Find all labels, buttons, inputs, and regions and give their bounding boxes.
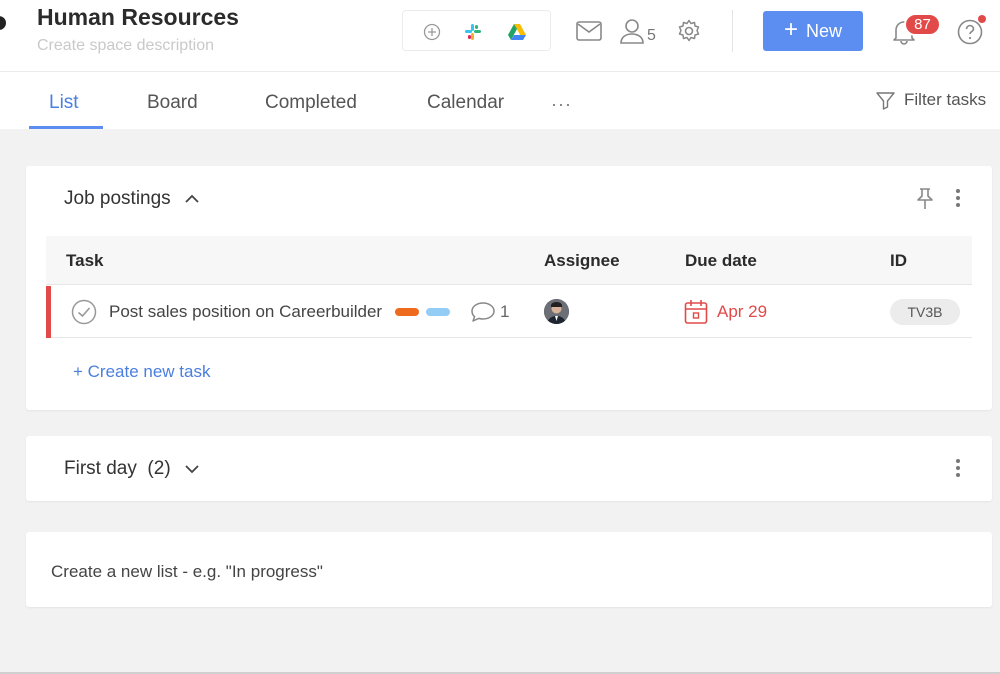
comment-icon[interactable] (471, 301, 495, 323)
members-count[interactable]: 5 (647, 27, 656, 45)
filter-label: Filter tasks (904, 90, 987, 109)
space-description[interactable]: Create space description (37, 37, 214, 55)
comment-count[interactable]: 1 (500, 302, 509, 322)
help-alert-dot (978, 15, 986, 23)
list-card-first-day: First day (2) (26, 436, 992, 501)
integrations-bar (402, 10, 551, 51)
chevron-up-icon[interactable] (185, 194, 199, 204)
avatar[interactable] (544, 299, 569, 324)
notification-badge[interactable]: 87 (904, 13, 941, 36)
plus-icon: + (783, 16, 798, 43)
mail-icon[interactable] (576, 19, 602, 43)
column-id[interactable]: ID (890, 251, 907, 271)
new-list-input[interactable]: Create a new list - e.g. "In progress" (51, 562, 323, 582)
active-tab-indicator (29, 126, 103, 129)
more-tabs-button[interactable]: ··· (551, 94, 572, 115)
space-logo[interactable] (0, 16, 6, 30)
list-card-job-postings: Job postings Task Assignee Due date ID P… (26, 166, 992, 410)
new-list-card[interactable]: Create a new list - e.g. "In progress" (26, 532, 992, 607)
pin-icon[interactable] (915, 188, 935, 210)
create-task-button[interactable]: + Create new task (73, 362, 211, 382)
slack-icon[interactable] (463, 22, 483, 42)
tab-list[interactable]: List (49, 92, 79, 114)
header-divider (732, 10, 733, 52)
calendar-icon[interactable] (684, 299, 708, 325)
list-menu-button[interactable] (951, 187, 965, 209)
space-title[interactable]: Human Resources (37, 4, 239, 31)
help-icon[interactable] (957, 19, 983, 45)
tag-light-blue[interactable] (426, 308, 450, 316)
task-id-badge[interactable]: TV3B (890, 299, 960, 325)
column-assignee[interactable]: Assignee (544, 251, 620, 271)
new-button-label: New (806, 20, 843, 41)
column-task[interactable]: Task (66, 251, 104, 271)
list-header[interactable]: First day (2) (64, 458, 199, 480)
table-header: Task Assignee Due date ID (46, 236, 972, 285)
new-button[interactable]: + New (763, 11, 863, 51)
view-tabs: List Board Completed Calendar ··· Filter… (0, 72, 1000, 129)
tab-calendar[interactable]: Calendar (427, 92, 504, 114)
filter-icon (876, 91, 895, 110)
space-header: Human Resources Create space description (0, 0, 1000, 72)
tab-completed[interactable]: Completed (265, 92, 357, 114)
gear-icon[interactable] (677, 19, 701, 43)
list-header[interactable]: Job postings (64, 188, 199, 210)
members-icon[interactable] (620, 17, 644, 45)
table-row[interactable]: Post sales position on Careerbuilder 1 A… (46, 286, 972, 338)
google-drive-icon[interactable] (507, 22, 527, 42)
tag-orange[interactable] (395, 308, 419, 316)
due-date[interactable]: Apr 29 (717, 302, 767, 322)
list-title: First day (2) (64, 458, 171, 480)
chevron-down-icon[interactable] (185, 464, 199, 474)
column-due-date[interactable]: Due date (685, 251, 757, 271)
list-title: Job postings (64, 188, 171, 209)
list-task-count: (2) (147, 458, 171, 479)
filter-tasks-button[interactable]: Filter tasks (876, 90, 986, 110)
complete-check-icon[interactable] (71, 299, 97, 325)
task-name[interactable]: Post sales position on Careerbuilder (109, 302, 382, 322)
add-integration-icon[interactable] (422, 22, 442, 42)
list-menu-button[interactable] (951, 457, 965, 479)
list-title-text: First day (64, 458, 137, 479)
priority-indicator (46, 286, 51, 338)
tab-board[interactable]: Board (147, 92, 198, 114)
